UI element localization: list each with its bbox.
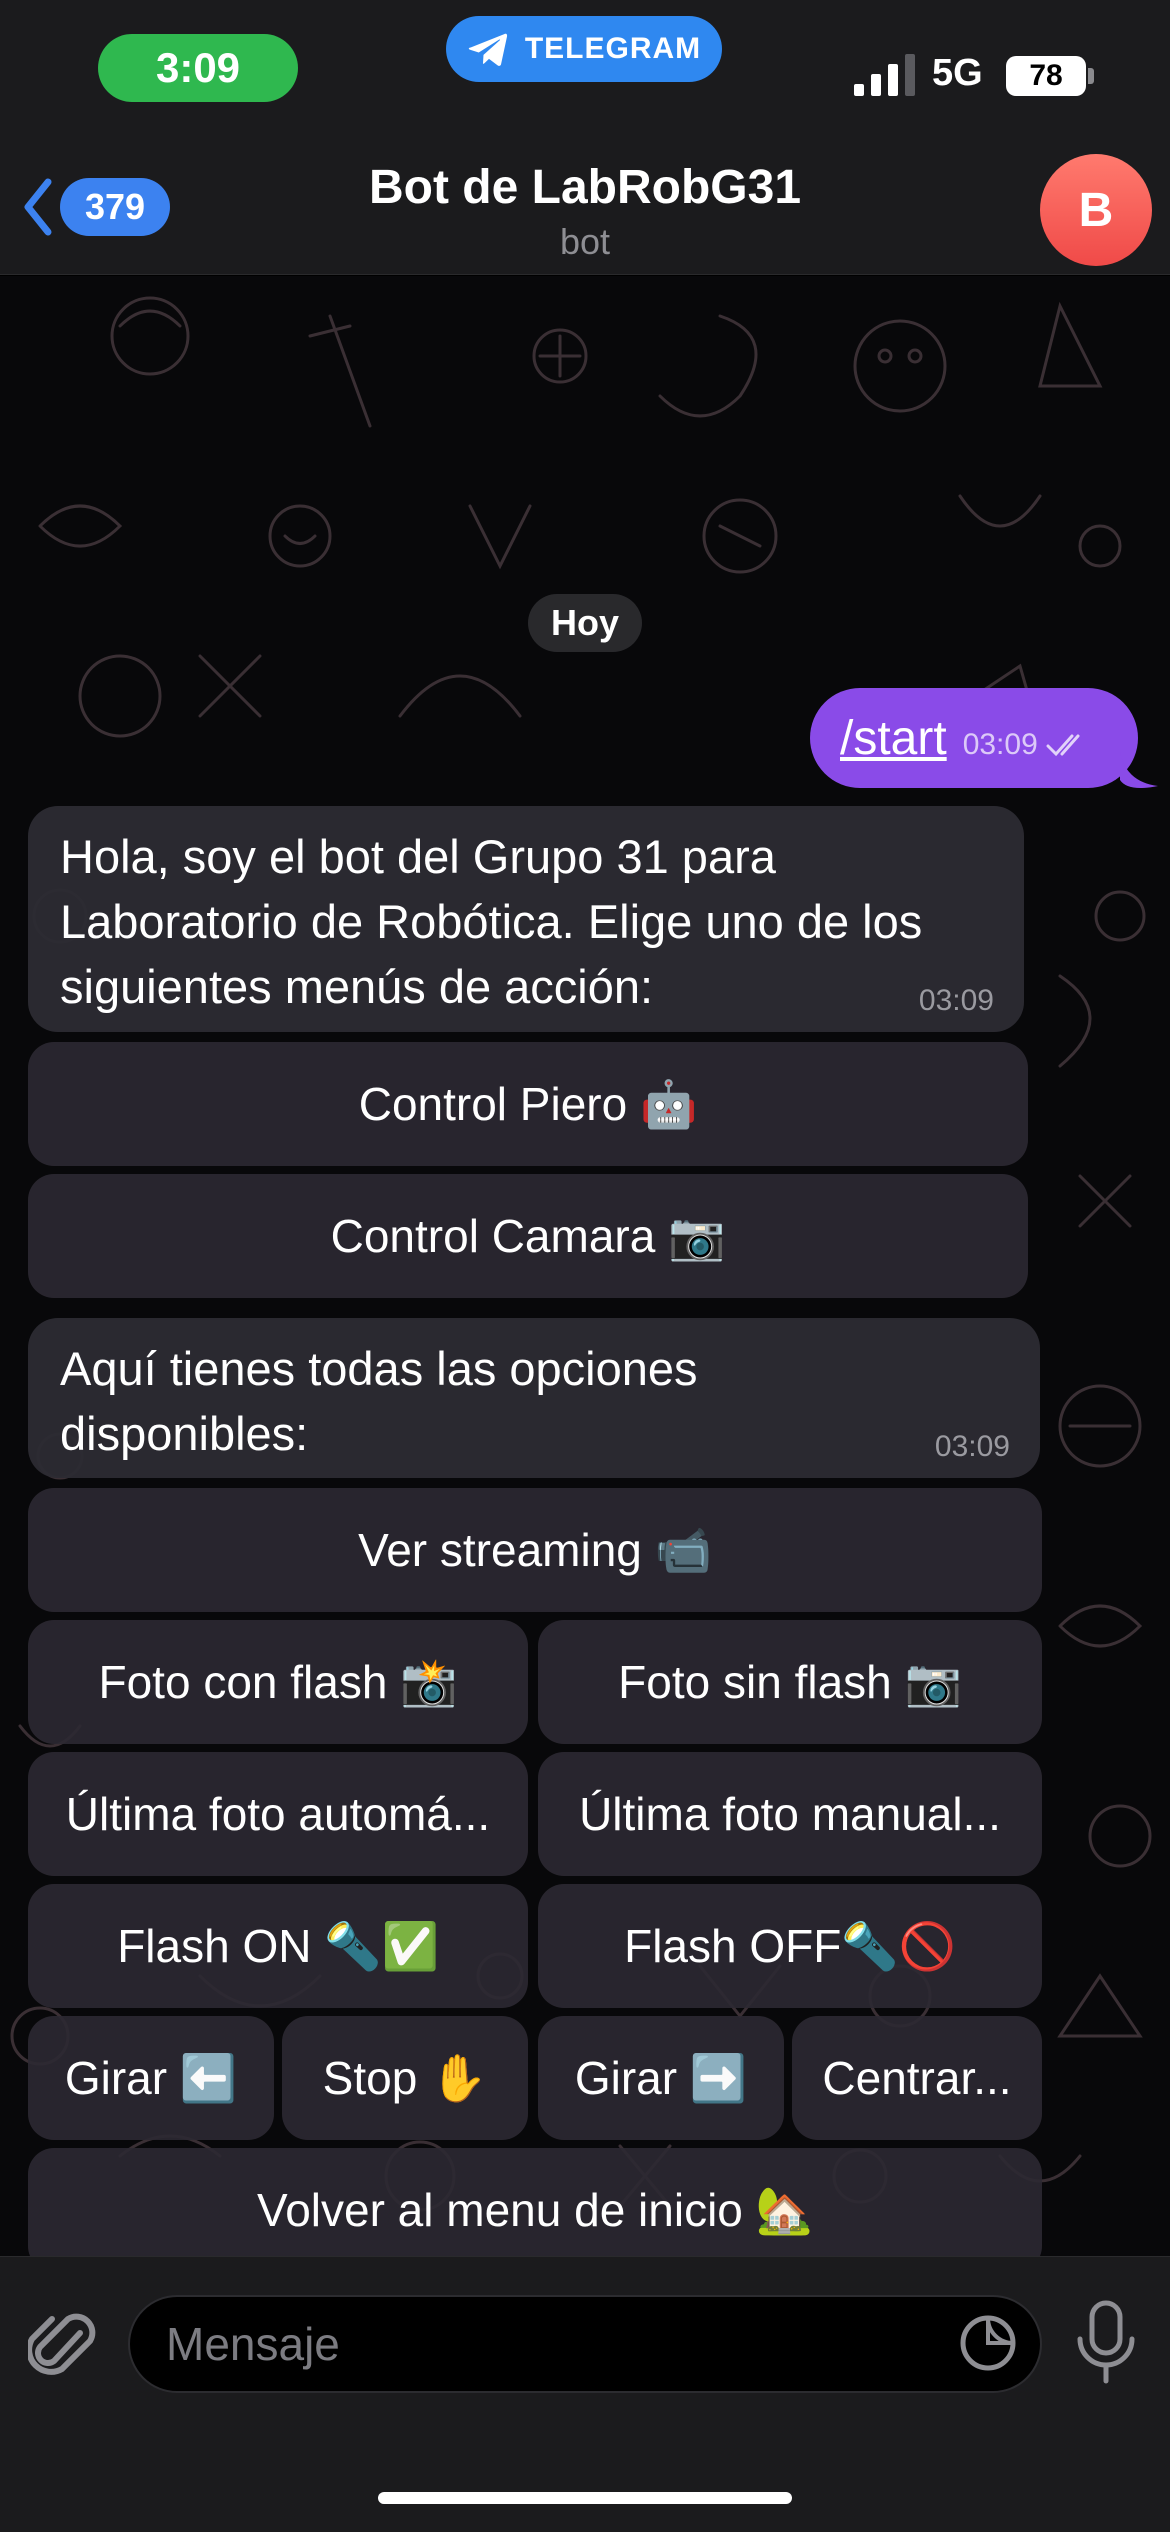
ultima-foto-automatica-button[interactable]: Última foto automá... xyxy=(28,1752,528,1876)
girar-derecha-button[interactable]: Girar ➡️ xyxy=(538,2016,784,2140)
message-line: Aquí tienes todas las opciones xyxy=(60,1342,698,1395)
message-line: siguientes menús de acción: xyxy=(60,960,654,1013)
return-to-app-pill[interactable]: TELEGRAM xyxy=(446,16,722,82)
flash-on-button[interactable]: Flash ON 🔦✅ xyxy=(28,1884,528,2008)
message-time: 03:09 xyxy=(962,728,1038,761)
ver-streaming-button[interactable]: Ver streaming 📹 xyxy=(28,1488,1042,1612)
chat-title-block[interactable]: Bot de LabRobG31 bot xyxy=(0,156,1170,264)
paperclip-icon[interactable] xyxy=(28,2307,100,2387)
battery-nub xyxy=(1088,68,1094,84)
stop-button[interactable]: Stop ✋ xyxy=(282,2016,528,2140)
status-bar: 3:09 TELEGRAM 5G 78 xyxy=(0,0,1170,150)
signal-icon xyxy=(854,54,915,96)
chat-title: Bot de LabRobG31 xyxy=(368,161,802,214)
chat-area[interactable]: Hoy /start 03:09 Hola, soy el bot del Gr… xyxy=(0,276,1170,2256)
bubble-tail xyxy=(1120,752,1158,788)
app-name: TELEGRAM xyxy=(524,32,702,65)
message-line: disponibles: xyxy=(60,1407,309,1460)
bot-message-welcome[interactable]: Hola, soy el bot del Grupo 31 para Labor… xyxy=(28,806,1024,1032)
double-check-icon xyxy=(1046,734,1080,757)
bot-avatar[interactable]: B xyxy=(1040,154,1152,266)
bot-message-options[interactable]: Aquí tienes todas las opciones disponibl… xyxy=(28,1318,1040,1478)
battery-icon: 78 xyxy=(1006,56,1086,96)
sticker-icon[interactable] xyxy=(958,2313,1018,2373)
home-indicator[interactable] xyxy=(378,2492,792,2504)
date-separator: Hoy xyxy=(528,594,642,652)
ultima-foto-manual-button[interactable]: Última foto manual... xyxy=(538,1752,1042,1876)
control-piero-button[interactable]: Control Piero 🤖 xyxy=(28,1042,1028,1166)
foto-sin-flash-button[interactable]: Foto sin flash 📷 xyxy=(538,1620,1042,1744)
chat-header: 379 Bot de LabRobG31 bot B xyxy=(0,150,1170,275)
message-line: Laboratorio de Robótica. Elige uno de lo… xyxy=(60,895,923,948)
message-time: 03:09 xyxy=(918,984,994,1017)
volver-menu-inicio-button[interactable]: Volver al menu de inicio 🏡 xyxy=(28,2148,1042,2256)
centrar-button[interactable]: Centrar... xyxy=(792,2016,1042,2140)
microphone-icon[interactable] xyxy=(1074,2299,1138,2389)
control-camara-button[interactable]: Control Camara 📷 xyxy=(28,1174,1028,1298)
girar-izquierda-button[interactable]: Girar ⬅️ xyxy=(28,2016,274,2140)
outgoing-message[interactable]: /start 03:09 xyxy=(810,688,1138,788)
message-input[interactable]: Mensaje xyxy=(128,2295,1042,2393)
message-time: 03:09 xyxy=(934,1430,1010,1463)
status-time[interactable]: 3:09 xyxy=(98,34,298,102)
network-type: 5G xyxy=(932,52,983,94)
chat-subtitle: bot xyxy=(559,221,611,262)
foto-con-flash-button[interactable]: Foto con flash 📸 xyxy=(28,1620,528,1744)
message-composer: Mensaje xyxy=(0,2256,1170,2532)
flash-off-button[interactable]: Flash OFF🔦🚫 xyxy=(538,1884,1042,2008)
telegram-icon xyxy=(468,33,507,66)
start-command-link[interactable]: /start xyxy=(840,711,947,766)
message-line: Hola, soy el bot del Grupo 31 para xyxy=(60,830,776,883)
